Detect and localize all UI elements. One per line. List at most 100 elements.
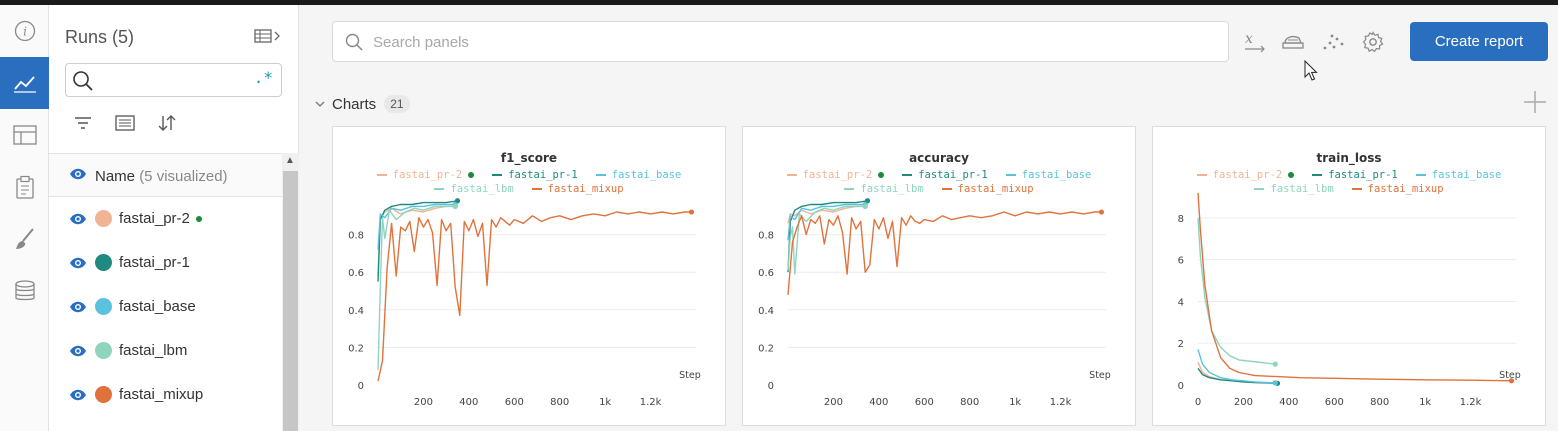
smoothing-button[interactable] — [1281, 30, 1305, 54]
y-tick-label: 0 — [358, 381, 364, 392]
y-tick-label: 2 — [1178, 339, 1184, 350]
x-tick-label: 200 — [1234, 397, 1253, 408]
svg-text:x: x — [1245, 31, 1253, 47]
run-row[interactable]: fastai_base — [49, 285, 282, 329]
eye-icon[interactable] — [69, 212, 87, 226]
x-tick-label: 400 — [459, 397, 478, 408]
run-color-dot[interactable] — [95, 342, 112, 359]
expand-table-button[interactable] — [254, 27, 284, 47]
series-end-point[interactable] — [862, 203, 868, 209]
rail-info[interactable]: i — [0, 5, 49, 57]
run-name: fastai_mixup — [119, 386, 204, 403]
series-line[interactable] — [1197, 192, 1512, 382]
chart-plot[interactable]: 0 0.2 0.4 0.6 0.8 200 400 600 800 1k 1.2k Step — [333, 127, 725, 425]
add-panel-icon[interactable] — [1522, 89, 1548, 115]
run-color-dot[interactable] — [95, 254, 112, 271]
settings-button[interactable] — [1361, 30, 1385, 54]
run-row[interactable]: fastai_pr-1 — [49, 241, 282, 285]
y-tick-label: 8 — [1178, 214, 1184, 225]
scroll-thumb[interactable] — [283, 171, 298, 431]
filter-icon — [75, 117, 91, 129]
series-line[interactable] — [787, 205, 866, 275]
rail-sweeps[interactable] — [0, 213, 49, 265]
series-end-point[interactable] — [1508, 378, 1515, 384]
panel-search-input[interactable] — [373, 30, 1213, 54]
search-icon — [345, 33, 363, 51]
runs-name-header[interactable]: Name (5 visualized) — [49, 153, 282, 197]
svg-text:i: i — [23, 25, 27, 39]
x-tick-label: 400 — [869, 397, 888, 408]
x-tick-label: 600 — [1325, 397, 1344, 408]
series-end-point[interactable] — [1098, 209, 1105, 215]
series-end-point[interactable] — [452, 203, 458, 209]
chart-panel[interactable]: f1_score fastai_pr-2 fastai_pr-1 fastai_bas… — [332, 126, 726, 426]
table-icon — [12, 125, 37, 145]
x-axis-button[interactable]: x — [1243, 30, 1267, 54]
run-color-dot[interactable] — [95, 386, 112, 403]
y-tick-label: 0.4 — [348, 306, 364, 317]
runs-scrollbar[interactable]: ▲ — [282, 153, 299, 431]
rail-reports[interactable] — [0, 161, 49, 213]
regex-toggle[interactable]: .* — [254, 68, 273, 87]
rail-artifacts[interactable] — [0, 265, 49, 317]
panel-search-box[interactable] — [332, 21, 1229, 62]
chart-plot[interactable]: 0 0.2 0.4 0.6 0.8 200 400 600 800 1k 1.2k Step — [743, 127, 1135, 425]
runs-search-input[interactable]: .* — [65, 63, 282, 97]
y-tick-label: 0.6 — [348, 268, 364, 279]
series-end-point[interactable] — [1272, 380, 1278, 386]
line-chart-icon — [13, 76, 36, 93]
scroll-up-icon[interactable]: ▲ — [285, 155, 295, 166]
chevron-down-icon[interactable] — [314, 98, 326, 110]
run-row[interactable]: fastai_mixup — [49, 373, 282, 417]
nav-rail: i — [0, 5, 49, 431]
x-axis-icon: x — [1245, 31, 1265, 53]
y-tick-label: 0.4 — [758, 306, 774, 317]
x-axis-label: Step — [1089, 370, 1111, 381]
workspace-main: x Create report Charts 21 f1_scorefastai… — [300, 5, 1558, 431]
mouse-cursor-icon — [1304, 60, 1318, 81]
outliers-button[interactable] — [1321, 30, 1345, 54]
group-button[interactable] — [113, 112, 137, 134]
section-title: Charts — [332, 95, 377, 113]
x-axis-label: Step — [679, 370, 701, 381]
live-status-dot — [195, 216, 202, 223]
run-color-dot[interactable] — [95, 210, 112, 227]
eye-icon[interactable] — [69, 256, 87, 270]
x-tick-label: 800 — [550, 397, 569, 408]
runs-title: Runs (5) — [65, 27, 135, 47]
charts-section-header[interactable]: Charts 21 — [314, 93, 410, 115]
series-end-point[interactable] — [1272, 361, 1278, 367]
run-color-dot[interactable] — [95, 298, 112, 315]
x-tick-label: 1k — [1419, 397, 1431, 408]
series-line[interactable] — [787, 211, 1102, 295]
rail-charts[interactable] — [0, 57, 49, 109]
sort-button[interactable] — [155, 112, 179, 134]
filter-button[interactable] — [71, 112, 95, 134]
chart-panel[interactable]: train_loss fastai_pr-2 fastai_pr-1 fastai_b… — [1152, 126, 1546, 426]
create-report-button[interactable]: Create report — [1410, 22, 1548, 61]
y-tick-label: 0.8 — [758, 231, 774, 242]
series-line[interactable] — [1197, 217, 1276, 365]
chart-panel[interactable]: accuracy fastai_pr-2 fastai_pr-1 fastai_bas… — [742, 126, 1136, 426]
panel-count-badge: 21 — [384, 95, 410, 113]
rail-table[interactable] — [0, 109, 49, 161]
x-tick-label: 400 — [1279, 397, 1298, 408]
eye-icon[interactable] — [69, 300, 87, 314]
x-tick-label: 800 — [960, 397, 979, 408]
eye-icon[interactable] — [69, 344, 87, 358]
x-tick-label: 600 — [915, 397, 934, 408]
y-tick-label: 0 — [1178, 381, 1184, 392]
group-icon — [115, 115, 135, 131]
series-end-point[interactable] — [688, 209, 695, 215]
run-row[interactable]: fastai_pr-2 — [49, 197, 282, 241]
y-tick-label: 0.2 — [758, 343, 774, 354]
y-tick-label: 0.8 — [348, 231, 364, 242]
eye-icon[interactable] — [69, 167, 87, 181]
run-row[interactable]: fastai_lbm — [49, 329, 282, 373]
chart-plot[interactable]: 024680 200 400 600 800 1k 1.2kStep — [1153, 127, 1545, 425]
eye-icon[interactable] — [69, 388, 87, 402]
series-line[interactable] — [377, 211, 692, 382]
x-tick-label: 0 — [1195, 397, 1201, 408]
run-name: fastai_pr-1 — [119, 254, 190, 271]
table-expand-icon — [254, 29, 280, 43]
